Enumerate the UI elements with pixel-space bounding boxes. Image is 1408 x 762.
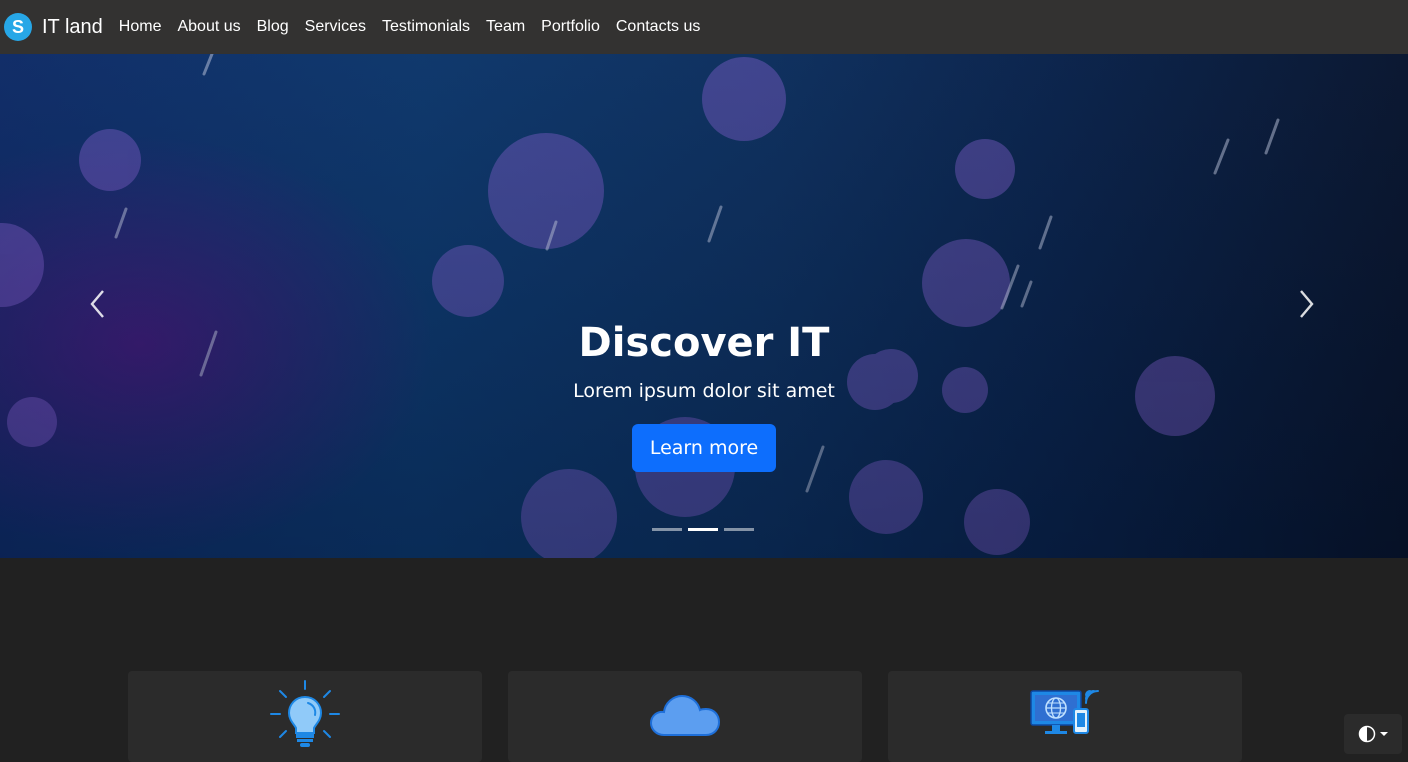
- nav-testimonials[interactable]: Testimonials: [382, 18, 470, 36]
- nav-team[interactable]: Team: [486, 18, 525, 36]
- feature-card-3: [888, 671, 1242, 762]
- navbar: S IT land Home About us Blog Services Te…: [0, 0, 1408, 54]
- learn-more-button[interactable]: Learn more: [631, 424, 777, 472]
- nav-links: Home About us Blog Services Testimonials…: [119, 18, 717, 36]
- hero-title: Discover IT: [578, 320, 830, 366]
- carousel-indicator-3[interactable]: [724, 528, 754, 531]
- hero-carousel: Discover IT Lorem ipsum dolor sit amet L…: [0, 54, 1408, 558]
- carousel-next-button[interactable]: [1276, 274, 1336, 334]
- feature-card-2: [508, 671, 862, 762]
- carousel-caption: Discover IT Lorem ipsum dolor sit amet L…: [404, 316, 1004, 472]
- carousel-indicator-1[interactable]: [652, 528, 682, 531]
- bubbles-background: [0, 54, 1280, 558]
- hero-subtitle: Lorem ipsum dolor sit amet: [573, 380, 835, 402]
- carousel-prev-button[interactable]: [68, 274, 128, 334]
- nav-portfolio[interactable]: Portfolio: [541, 18, 600, 36]
- nav-contacts-us[interactable]: Contacts us: [616, 18, 700, 36]
- nav-home[interactable]: Home: [119, 18, 162, 36]
- theme-toggle-button[interactable]: [1344, 714, 1402, 754]
- computer-phone-icon: [1030, 690, 1099, 734]
- nav-services[interactable]: Services: [305, 18, 366, 36]
- caret-down-icon: [1379, 732, 1388, 736]
- brand-logo-icon: S: [4, 13, 32, 41]
- chevron-left-icon: [90, 290, 104, 318]
- contrast-icon: [1358, 725, 1375, 743]
- brand-logo-letter: S: [11, 16, 24, 37]
- brand-name[interactable]: IT land: [42, 16, 103, 39]
- carousel-indicators: [652, 528, 760, 531]
- chevron-right-icon: [1300, 290, 1314, 318]
- lightbulb-icon: [270, 680, 340, 747]
- carousel-indicator-2[interactable]: [688, 528, 718, 531]
- brand[interactable]: S IT land: [4, 13, 103, 41]
- feature-card-1: [128, 671, 482, 762]
- cloud-icon: [649, 694, 721, 736]
- features-section: [128, 671, 1242, 762]
- nav-blog[interactable]: Blog: [257, 18, 289, 36]
- nav-about-us[interactable]: About us: [177, 18, 240, 36]
